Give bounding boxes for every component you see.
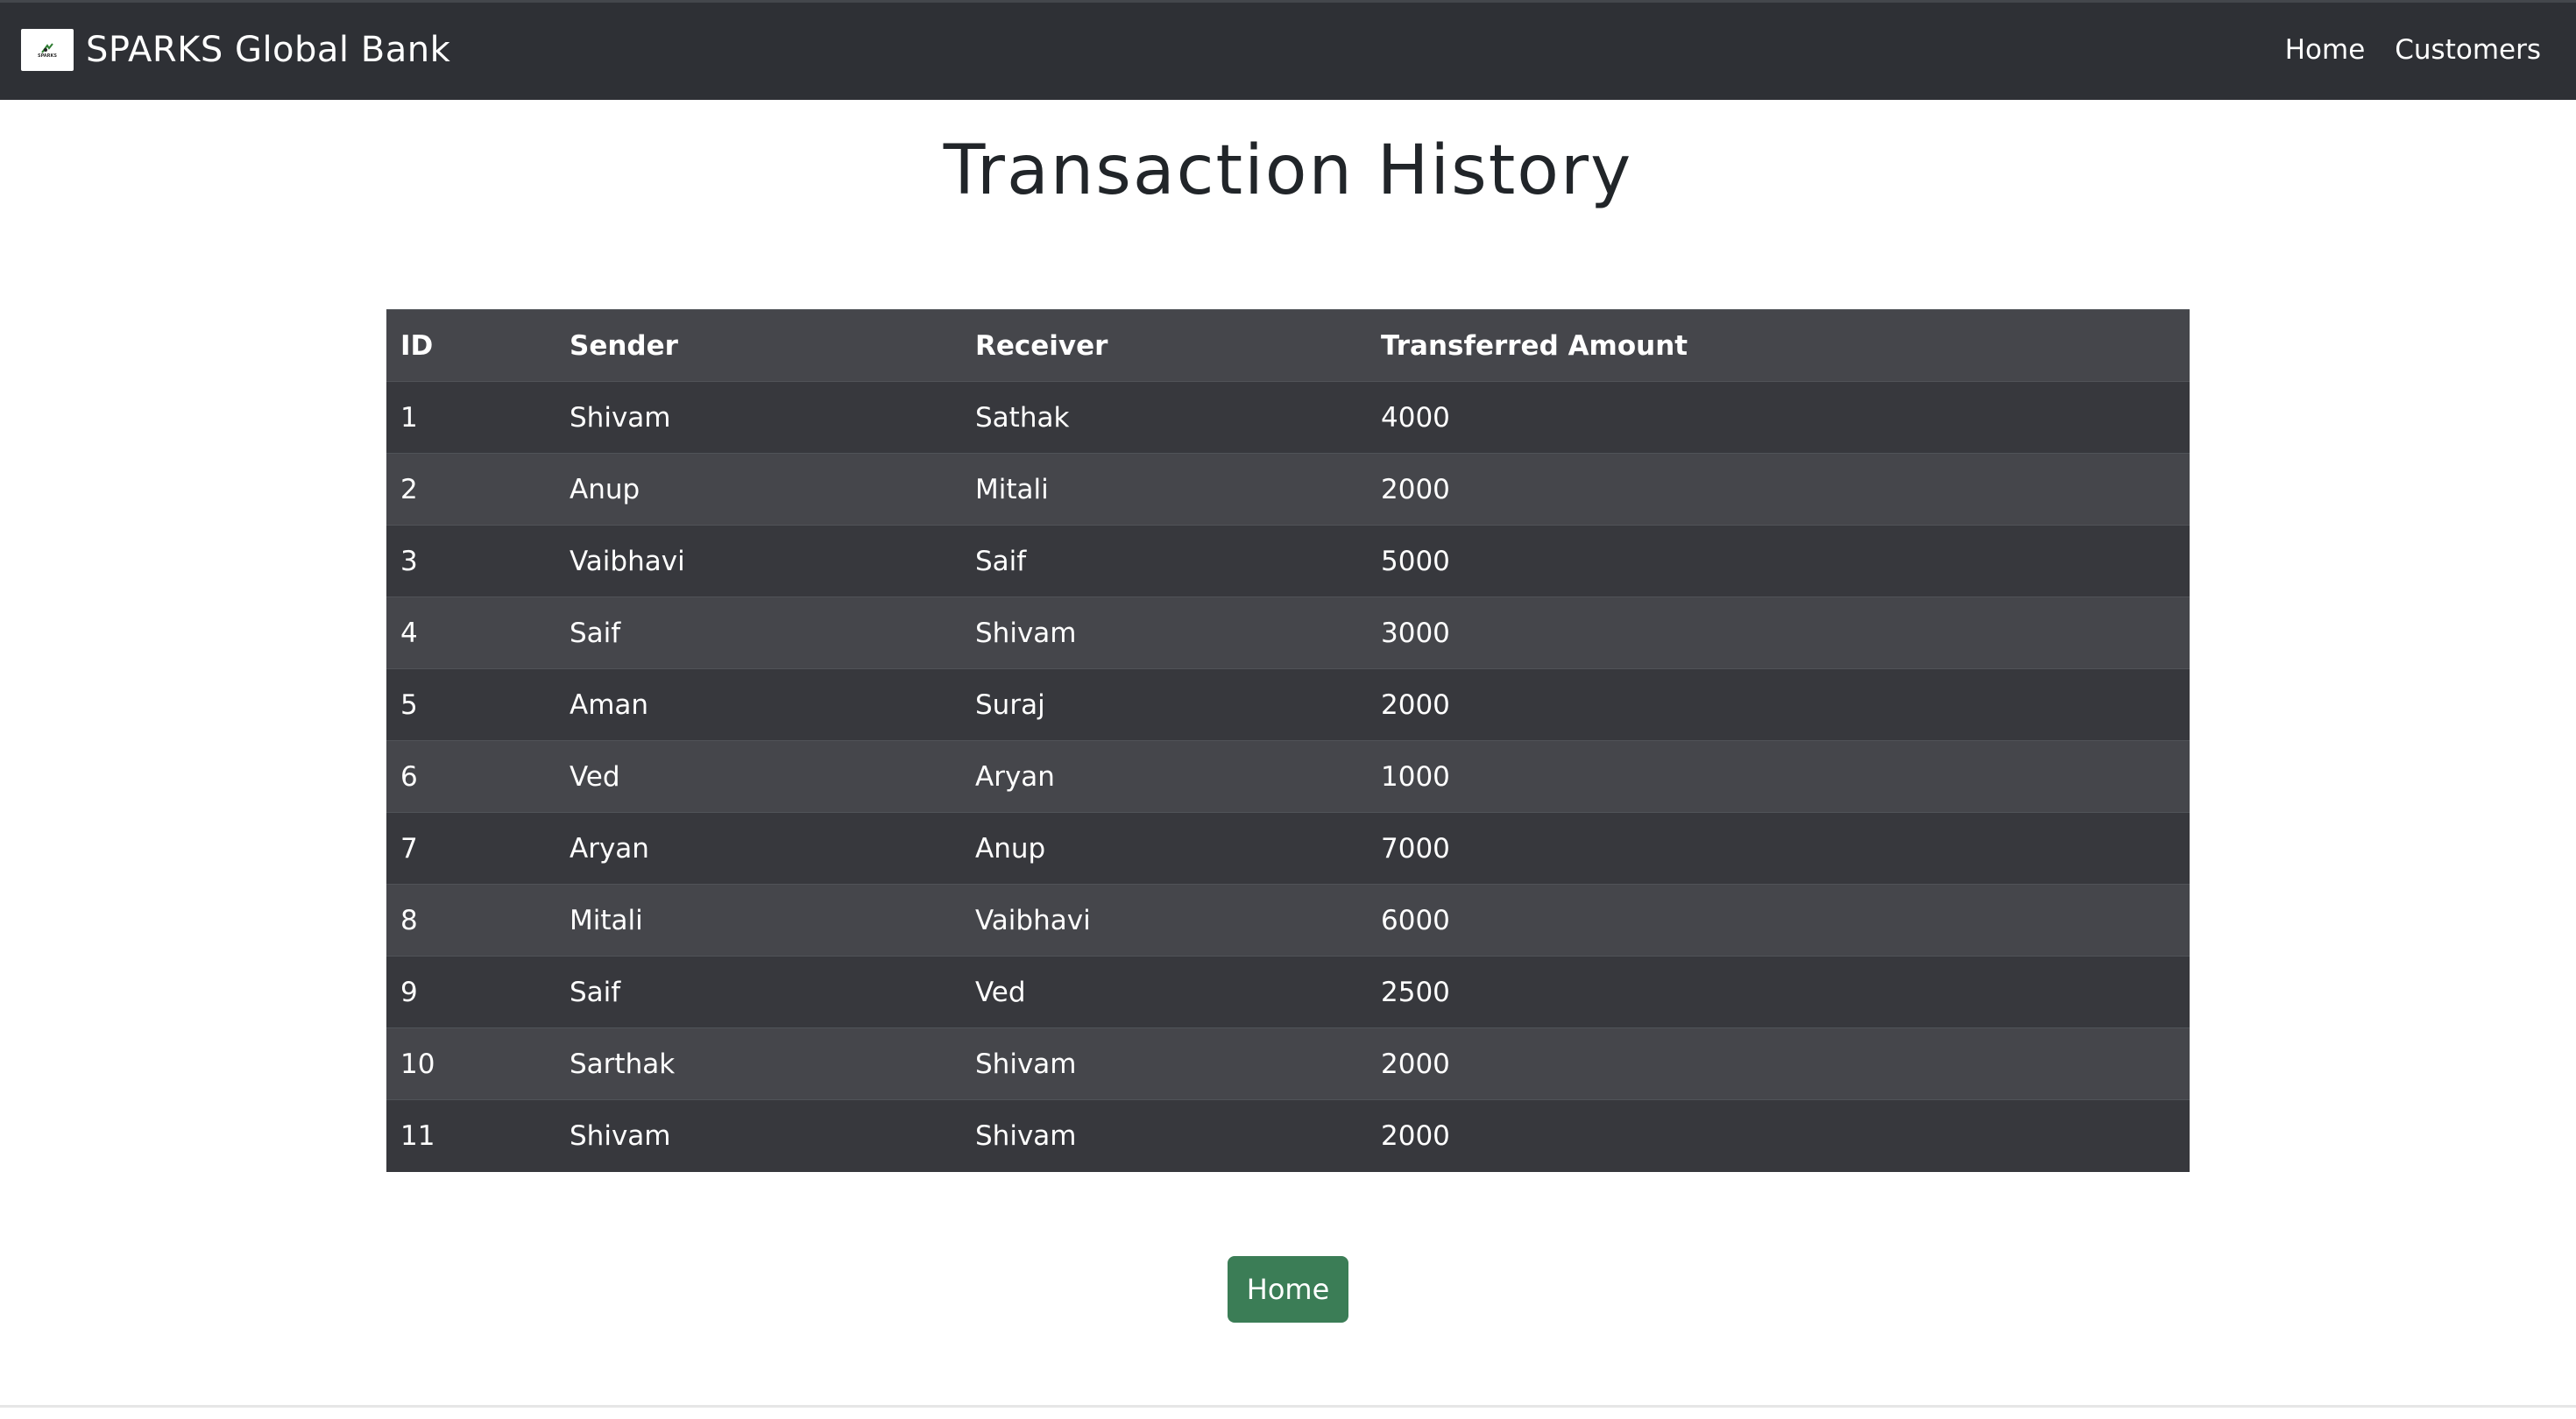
cell-amount: 2000 [1367, 1027, 2190, 1100]
cell-amount: 2000 [1367, 453, 2190, 526]
cell-id: 1 [386, 381, 556, 454]
table-header-row: ID Sender Receiver Transferred Amount [386, 309, 2190, 382]
nav-link-customers[interactable]: Customers [2395, 34, 2541, 66]
table-row: 4 Saif Shivam 3000 [386, 597, 2190, 669]
nav-link-home[interactable]: Home [2285, 34, 2366, 66]
sparks-logo-icon [41, 42, 53, 53]
nav-links: Home Customers [2285, 3, 2541, 97]
logo-text: SPARKS [37, 53, 57, 59]
table-row: 7 Aryan Anup 7000 [386, 812, 2190, 885]
cell-receiver: Aryan [961, 740, 1367, 813]
cell-id: 7 [386, 812, 556, 885]
table-row: 10 Sarthak Shivam 2000 [386, 1027, 2190, 1100]
header-amount: Transferred Amount [1367, 309, 2190, 382]
cell-sender: Ved [556, 740, 961, 813]
table-row: 9 Saif Ved 2500 [386, 956, 2190, 1028]
table-body: 1 Shivam Sathak 4000 2 Anup Mitali 2000 3 Vaibhav… [386, 381, 2190, 1172]
top-navbar: SPARKS SPARKS Global Bank Home Customers [0, 0, 2576, 100]
cell-sender: Saif [556, 956, 961, 1028]
cell-amount: 2500 [1367, 956, 2190, 1028]
cell-id: 3 [386, 525, 556, 597]
cell-id: 4 [386, 597, 556, 669]
cell-sender: Shivam [556, 381, 961, 454]
cell-id: 9 [386, 956, 556, 1028]
cell-amount: 2000 [1367, 1099, 2190, 1172]
brand[interactable]: SPARKS SPARKS Global Bank [21, 3, 450, 97]
page-title: Transaction History [943, 131, 1633, 210]
cell-amount: 4000 [1367, 381, 2190, 454]
cell-sender: Shivam [556, 1099, 961, 1172]
cell-sender: Mitali [556, 884, 961, 957]
cell-receiver: Suraj [961, 668, 1367, 741]
cell-receiver: Vaibhavi [961, 884, 1367, 957]
table-row: 11 Shivam Shivam 2000 [386, 1099, 2190, 1172]
brand-name: SPARKS Global Bank [86, 30, 451, 70]
cell-sender: Saif [556, 597, 961, 669]
cell-sender: Sarthak [556, 1027, 961, 1100]
cell-amount: 3000 [1367, 597, 2190, 669]
table-row: 1 Shivam Sathak 4000 [386, 381, 2190, 454]
cell-id: 5 [386, 668, 556, 741]
cell-receiver: Saif [961, 525, 1367, 597]
bank-logo: SPARKS [21, 29, 74, 71]
cell-id: 6 [386, 740, 556, 813]
transaction-table: ID Sender Receiver Transferred Amount 1S… [386, 309, 2190, 1172]
table-row: 3 Vaibhavi Saif 5000 [386, 525, 2190, 597]
table-row: 6 Ved Aryan 1000 [386, 740, 2190, 813]
cell-amount: 1000 [1367, 740, 2190, 813]
table-row: 8 Mitali Vaibhavi 6000 [386, 884, 2190, 957]
cell-sender: Vaibhavi [556, 525, 961, 597]
cell-receiver: Anup [961, 812, 1367, 885]
table-row: 2 Anup Mitali 2000 [386, 453, 2190, 526]
cell-sender: Aryan [556, 812, 961, 885]
cell-amount: 6000 [1367, 884, 2190, 957]
cell-amount: 5000 [1367, 525, 2190, 597]
cell-sender: Anup [556, 453, 961, 526]
footer-divider [0, 1405, 2576, 1408]
cell-id: 10 [386, 1027, 556, 1100]
cell-sender: Aman [556, 668, 961, 741]
cell-receiver: Sathak [961, 381, 1367, 454]
table-row: 5 Aman Suraj 2000 [386, 668, 2190, 741]
cell-receiver: Shivam [961, 597, 1367, 669]
cell-amount: 2000 [1367, 668, 2190, 741]
cell-receiver: Shivam [961, 1027, 1367, 1100]
cell-receiver: Shivam [961, 1099, 1367, 1172]
cell-id: 8 [386, 884, 556, 957]
header-receiver: Receiver [961, 309, 1367, 382]
cell-receiver: Mitali [961, 453, 1367, 526]
cell-id: 11 [386, 1099, 556, 1172]
transaction-table-container: ID Sender Receiver Transferred Amount 1S… [386, 309, 2190, 1172]
header-id: ID [386, 309, 556, 382]
cell-id: 2 [386, 453, 556, 526]
header-sender: Sender [556, 309, 961, 382]
cell-receiver: Ved [961, 956, 1367, 1028]
cell-amount: 7000 [1367, 812, 2190, 885]
home-button[interactable]: Home [1228, 1256, 1348, 1323]
